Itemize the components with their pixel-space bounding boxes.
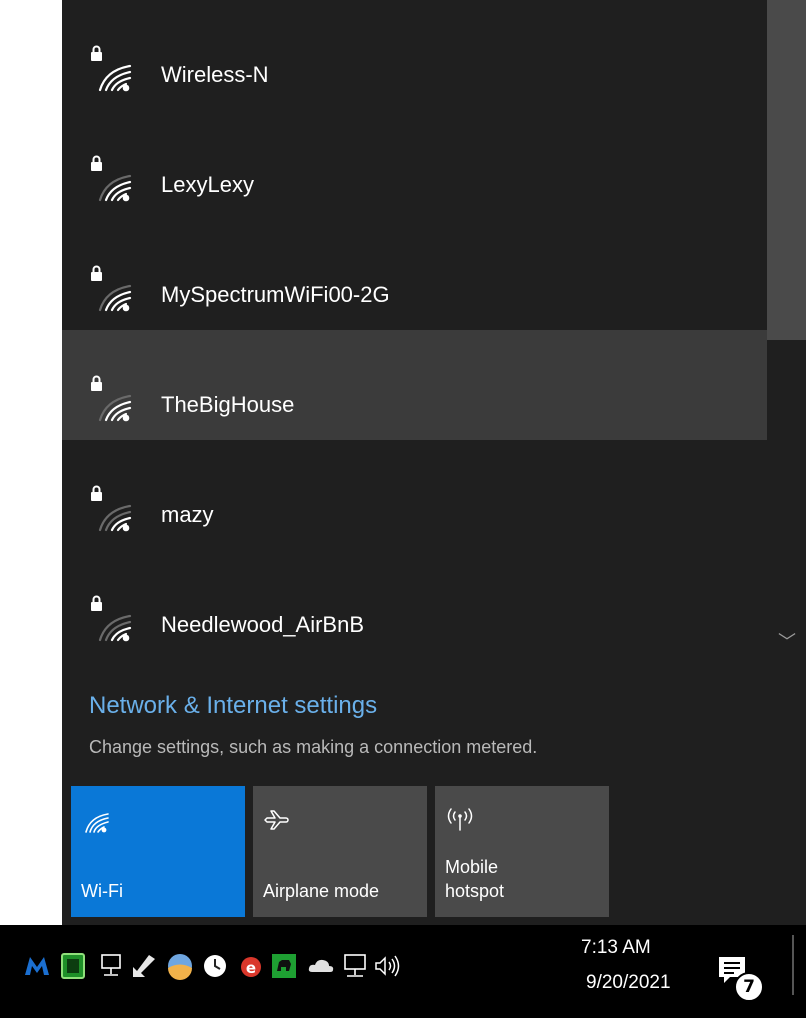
wifi-icon bbox=[85, 813, 109, 833]
network-settings-link[interactable]: Network & Internet settings bbox=[89, 691, 377, 721]
network-name: Needlewood_AirBnB bbox=[161, 612, 365, 637]
svg-text:e: e bbox=[246, 959, 256, 977]
wifi-secured-icon bbox=[91, 45, 132, 92]
scrollbar[interactable] bbox=[767, 0, 806, 660]
airplane-tile-label: Airplane mode bbox=[263, 881, 380, 901]
wifi-secured-icon bbox=[91, 375, 132, 422]
network-item[interactable]: Needlewood_AirBnB bbox=[62, 550, 767, 660]
network-icon[interactable] bbox=[340, 951, 370, 981]
wifi-secured-icon bbox=[91, 595, 132, 642]
wifi-secured-icon bbox=[91, 485, 132, 532]
wifi-tile-label: Wi-Fi bbox=[81, 881, 123, 901]
network-name: MySpectrumWiFi00-2G bbox=[161, 282, 390, 307]
onedrive-icon[interactable] bbox=[306, 951, 336, 981]
ie-icon[interactable]: e bbox=[236, 951, 266, 981]
taskbar: e bbox=[0, 925, 806, 1018]
notification-count-badge: 7 bbox=[734, 972, 764, 1002]
airplane-icon bbox=[264, 810, 289, 830]
network-name: mazy bbox=[161, 502, 214, 527]
network-name: TheBigHouse bbox=[161, 392, 295, 417]
scrollbar-thumb[interactable] bbox=[767, 0, 806, 340]
volume-icon[interactable] bbox=[372, 951, 402, 981]
network-item[interactable]: mazy bbox=[62, 440, 767, 550]
network-item[interactable]: LexyLexy bbox=[62, 110, 767, 220]
clock-app-icon[interactable] bbox=[200, 951, 230, 981]
wifi-secured-icon bbox=[91, 265, 132, 312]
airplane-mode-tile[interactable]: Airplane mode bbox=[253, 786, 427, 917]
hotspot-tile-label: Mobile hotspot bbox=[445, 857, 505, 901]
app-green-icon[interactable] bbox=[58, 951, 88, 981]
malwarebytes-icon[interactable] bbox=[22, 951, 52, 981]
network-item[interactable]: Wireless-N bbox=[62, 0, 767, 110]
network-wired-icon[interactable] bbox=[96, 951, 126, 981]
network-list: Wireless-N LexyLexy MySpectrumWiFi00-2G … bbox=[62, 0, 767, 660]
wifi-secured-icon bbox=[91, 155, 132, 202]
mobile-hotspot-tile[interactable]: Mobile hotspot bbox=[435, 786, 609, 917]
action-center-button[interactable]: 7 bbox=[713, 952, 764, 1002]
network-settings-description: Change settings, such as making a connec… bbox=[89, 737, 538, 757]
hotspot-icon bbox=[447, 808, 473, 831]
taskbar-time[interactable]: 7:13 AM bbox=[581, 936, 651, 960]
pointer-app-icon[interactable] bbox=[129, 951, 159, 981]
network-item-selected[interactable]: TheBigHouse bbox=[62, 330, 767, 440]
network-item[interactable]: MySpectrumWiFi00-2G bbox=[62, 220, 767, 330]
taskbar-date[interactable]: 9/20/2021 bbox=[586, 971, 671, 995]
show-desktop-divider[interactable] bbox=[792, 935, 794, 995]
network-name: Wireless-N bbox=[161, 62, 269, 87]
weather-icon[interactable] bbox=[165, 951, 195, 981]
wifi-toggle-tile[interactable]: Wi-Fi bbox=[71, 786, 245, 917]
dog-app-icon[interactable] bbox=[269, 951, 299, 981]
network-name: LexyLexy bbox=[161, 172, 254, 197]
scroll-down-icon[interactable]: ﹀ bbox=[776, 630, 798, 654]
